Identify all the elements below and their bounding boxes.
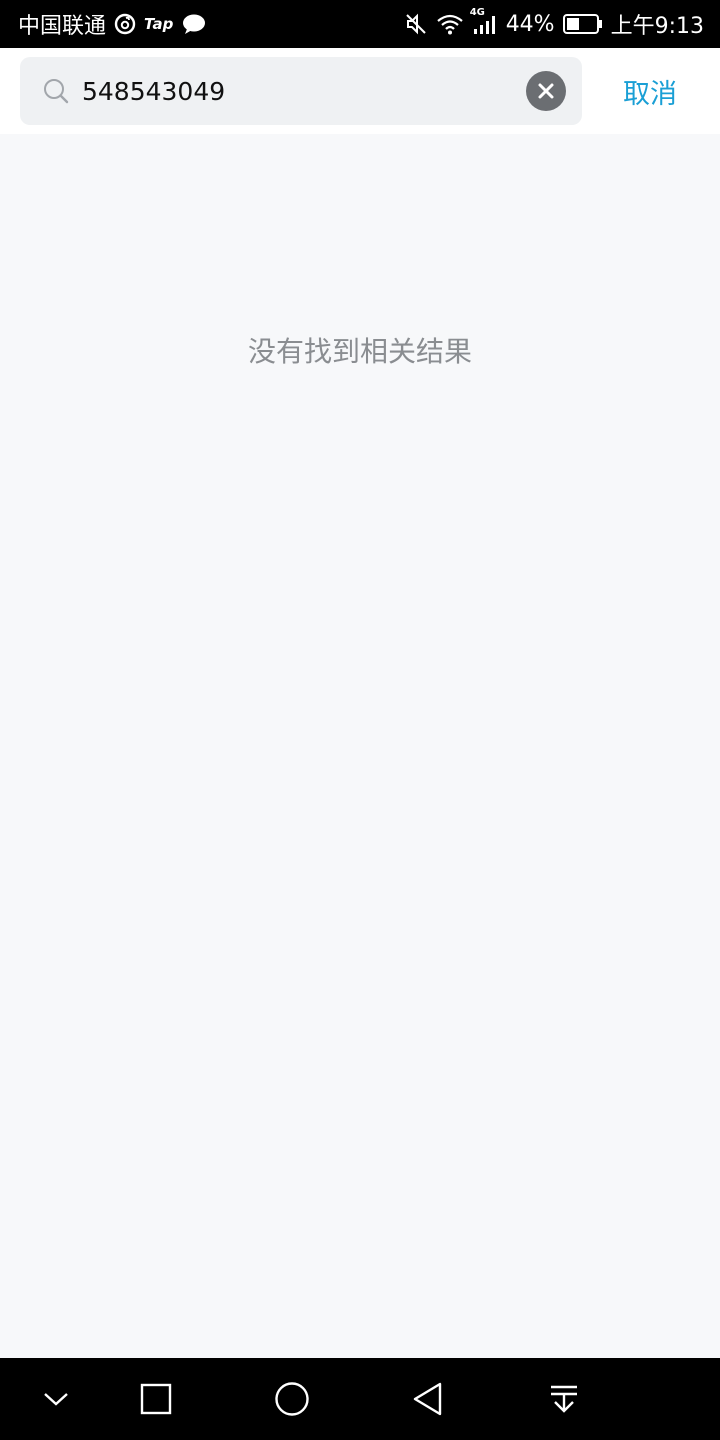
home-icon bbox=[274, 1381, 310, 1417]
clock: 上午9:13 bbox=[610, 14, 704, 39]
status-bar: 中国联通 Tap 4G 44% 上午9:13 bbox=[0, 0, 720, 48]
clear-icon bbox=[537, 82, 555, 100]
back-icon bbox=[412, 1381, 444, 1417]
search-box[interactable] bbox=[20, 57, 582, 125]
taptap-label: Tap bbox=[144, 15, 174, 33]
notification-pulldown-button[interactable] bbox=[524, 1358, 604, 1440]
netease-music-icon bbox=[114, 13, 136, 35]
back-button[interactable] bbox=[388, 1358, 468, 1440]
battery-percent: 44% bbox=[505, 11, 555, 37]
carrier-name: 中国联通 bbox=[18, 14, 107, 39]
recents-icon bbox=[140, 1383, 172, 1415]
app-screen: 中国联通 Tap 4G 44% 上午9:13 548543049 取消 没有找到… bbox=[0, 0, 720, 1440]
message-bubble-icon bbox=[181, 13, 207, 35]
battery-icon bbox=[562, 13, 603, 35]
status-bar-right: 4G 44% 上午9:13 bbox=[404, 0, 704, 48]
clear-search-button[interactable] bbox=[526, 71, 566, 111]
search-header: 取消 bbox=[0, 48, 720, 134]
recents-button[interactable] bbox=[116, 1358, 196, 1440]
cancel-button[interactable]: 取消 bbox=[600, 48, 700, 134]
home-button[interactable] bbox=[252, 1358, 332, 1440]
navigation-bar bbox=[0, 1358, 720, 1440]
wifi-icon bbox=[436, 13, 464, 35]
mute-icon bbox=[404, 12, 428, 36]
search-icon bbox=[42, 77, 70, 105]
search-input[interactable] bbox=[82, 67, 502, 115]
hide-navbar-button[interactable] bbox=[16, 1358, 96, 1440]
4g-signal-icon: 4G bbox=[470, 7, 498, 35]
empty-result-message: 没有找到相关结果 bbox=[247, 335, 472, 368]
battery-fill bbox=[566, 18, 579, 30]
network-type-label: 4G bbox=[469, 7, 485, 18]
hide-navbar-icon bbox=[41, 1389, 71, 1409]
notification-pulldown-icon bbox=[548, 1383, 580, 1415]
taptap-icon: Tap bbox=[144, 15, 173, 33]
status-bar-left: 中国联通 Tap bbox=[18, 0, 207, 48]
